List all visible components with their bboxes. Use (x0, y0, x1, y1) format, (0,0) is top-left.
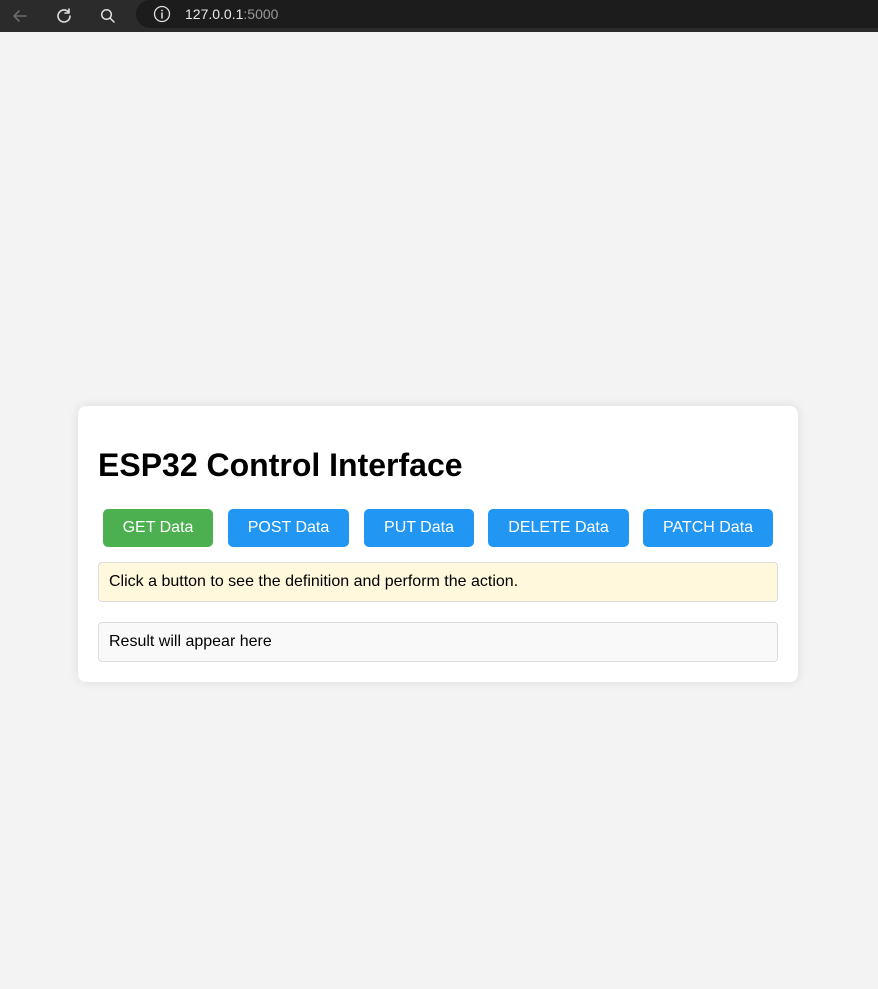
patch-data-button[interactable]: PATCH Data (643, 509, 773, 547)
url-host: 127.0.0.1 (185, 6, 244, 22)
url-port: :5000 (243, 6, 279, 22)
post-data-button[interactable]: POST Data (228, 509, 349, 547)
result-box: Result will appear here (98, 622, 778, 662)
definition-box: Click a button to see the definition and… (98, 562, 778, 602)
delete-data-button[interactable]: DELETE Data (488, 509, 629, 547)
control-card: ESP32 Control Interface GET Data POST Da… (78, 406, 798, 682)
browser-toolbar: 127.0.0.1:5000 (0, 0, 878, 32)
back-arrow-icon[interactable] (8, 4, 32, 28)
reload-icon[interactable] (52, 4, 76, 28)
put-data-button[interactable]: PUT Data (364, 509, 474, 547)
url-text[interactable]: 127.0.0.1:5000 (185, 6, 278, 22)
search-icon[interactable] (96, 4, 120, 28)
info-icon[interactable] (153, 5, 171, 23)
page-viewport: ESP32 Control Interface GET Data POST Da… (0, 32, 878, 989)
page-title: ESP32 Control Interface (98, 447, 463, 483)
get-data-button[interactable]: GET Data (103, 509, 213, 547)
